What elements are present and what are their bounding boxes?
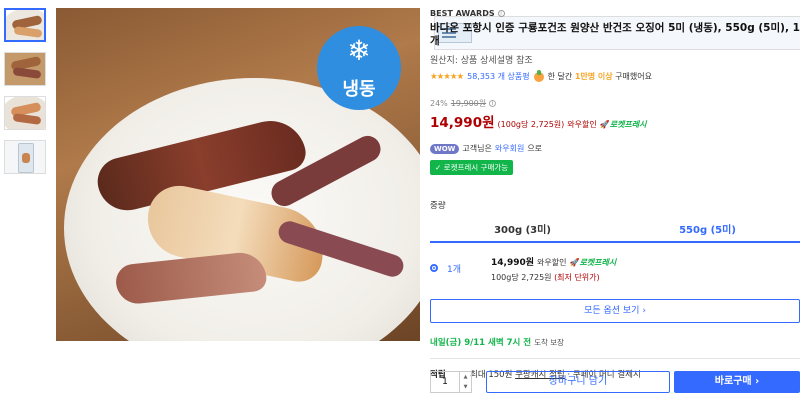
rocket-icon: 🚀 — [599, 120, 610, 129]
weight-tabs: 300g (3미) 550g (5미) — [430, 221, 800, 243]
product-origin: 원산지: 상품 상세설명 참조 — [430, 56, 533, 66]
wow-member-row: WOW 고객님은 와우회원 으로 — [430, 143, 800, 154]
product-title: 바다온 포항시 인증 구룡포건조 원양산 반건조 오징어 5미 (냉동), 55… — [430, 22, 800, 47]
purchase-row: 1 ▲ ▼ 장바구니 담기 바로구매 › — [430, 371, 800, 393]
thumbnail-3[interactable] — [4, 96, 46, 130]
option-wow-sale: 와우할인 — [537, 258, 567, 267]
radio-selected[interactable] — [430, 264, 438, 272]
weight-label: 중량 — [430, 201, 446, 211]
rocket-fresh-available-badge: ✓ 로켓프레시 구매가능 — [430, 160, 514, 175]
quantity-arrows[interactable]: ▲ ▼ — [459, 372, 471, 392]
unit-price: (100g당 2,725원) — [497, 120, 565, 129]
delivery-info: 내일(금) 9/11 새벽 7시 전 도착 보장 — [430, 336, 800, 348]
buy-now-button[interactable]: 바로구매 › — [674, 371, 800, 393]
sprout-icon — [533, 69, 544, 82]
rating-row: ★★★★★ 58,353 개 상품평 한 달간 1만명 이상 구매했어요 — [430, 69, 800, 82]
wow-text-suffix: 으로 — [527, 144, 543, 153]
discount-rate: 24% — [430, 99, 448, 108]
wow-text-prefix: 고객님은 — [462, 144, 492, 153]
rocket-fresh-badge: 🚀로켓프레시 — [569, 257, 616, 268]
awards-label: BEST AWARDS — [430, 9, 495, 18]
review-count-link[interactable]: 58,353 개 상품평 — [467, 71, 530, 82]
quantity-stepper[interactable]: 1 ▲ ▼ — [430, 371, 472, 393]
rocket-fresh-label: 로켓프레시 — [579, 258, 617, 267]
buy-count-highlight: 1만명 이상 — [574, 72, 613, 81]
wow-badge: WOW — [430, 143, 460, 154]
original-price: 19,900원 — [450, 99, 487, 108]
option-price: 14,990원 — [491, 258, 535, 268]
option-unit-lowest: (최저 단위가) — [554, 273, 600, 282]
wow-member-link[interactable]: 와우회원 — [495, 143, 524, 154]
delivery-guarantee: 도착 보장 — [534, 338, 565, 347]
buy-count: 한 달간 1만명 이상 구매했어요 — [548, 71, 652, 82]
thumbnail-1[interactable] — [4, 8, 46, 42]
option-qty: 1개 — [447, 265, 462, 275]
info-icon[interactable]: i — [497, 10, 505, 17]
all-options-button[interactable]: 모든 옵션 보기 › — [430, 299, 800, 323]
delivery-date: 내일(금) 9/11 새벽 7시 전 — [430, 338, 532, 348]
thumbnail-4[interactable] — [4, 140, 46, 174]
product-info: BEST AWARDS i 바다온 포항시 인증 구룡포건조 원양산 반건조 오… — [430, 8, 800, 380]
star-rating: ★★★★★ — [430, 71, 464, 82]
frozen-badge: ❄ 냉동 — [317, 26, 401, 110]
chevron-up-icon[interactable]: ▲ — [460, 372, 471, 382]
price-block: 24% 19,900원 i 14,990원 (100g당 2,725원) 와우할… — [430, 98, 800, 131]
buy-count-prefix: 한 달간 — [547, 72, 573, 81]
info-icon[interactable]: i — [489, 100, 497, 107]
rocket-icon: 🚀 — [569, 258, 580, 267]
original-price-row: 24% 19,900원 i — [430, 98, 800, 109]
option-unit-price: 100g당 2,725원 — [491, 273, 552, 282]
sale-price: 14,990원 — [430, 115, 495, 131]
divider — [430, 358, 800, 359]
sale-price-row: 14,990원 (100g당 2,725원) 와우할인 🚀로켓프레시 — [430, 111, 800, 131]
quantity-input[interactable]: 1 — [431, 372, 459, 392]
thumbnail-list — [4, 8, 800, 184]
main-product-image: ❄ 냉동 — [56, 8, 420, 341]
snowflake-icon: ❄ — [347, 34, 371, 67]
selected-option[interactable]: 1개 14,990원 와우할인 🚀로켓프레시 100g당 2,725원 (최저 … — [430, 255, 800, 289]
rocket-fresh-badge: 🚀로켓프레시 — [600, 119, 647, 130]
rocket-fresh-label: 로켓프레시 — [609, 120, 647, 129]
wow-sale-label: 와우할인 — [567, 120, 597, 129]
tab-300g[interactable]: 300g (3미) — [430, 221, 615, 241]
tab-550g[interactable]: 550g (5미) — [615, 221, 800, 241]
chevron-down-icon[interactable]: ▼ — [460, 382, 471, 392]
add-to-cart-button[interactable]: 장바구니 담기 — [486, 371, 670, 393]
best-awards: BEST AWARDS i — [430, 8, 800, 19]
frozen-label: 냉동 — [342, 79, 376, 100]
buy-count-suffix: 구매했어요 — [615, 72, 652, 81]
option-detail: 14,990원 와우할인 🚀로켓프레시 100g당 2,725원 (최저 단위가… — [491, 255, 616, 289]
thumbnail-2[interactable] — [4, 52, 46, 86]
